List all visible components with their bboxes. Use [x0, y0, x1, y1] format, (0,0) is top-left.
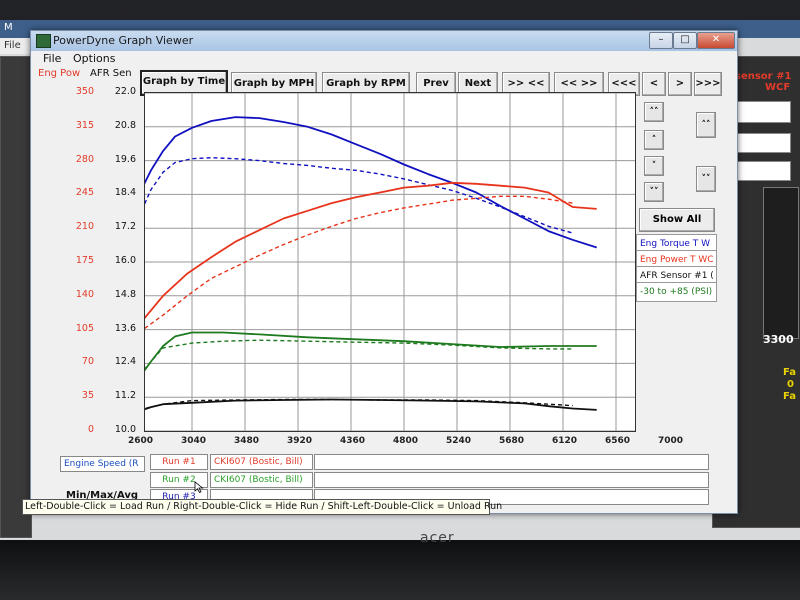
window-titlebar[interactable]: PowerDyne Graph Viewer – □ ✕ [31, 31, 737, 51]
rpm-tick-label: 6560 [605, 436, 631, 446]
dyno-chart [145, 93, 635, 431]
background-gauge [763, 187, 799, 339]
afr-tick-label: 16.0 [114, 255, 136, 266]
series-power-run1 [145, 181, 597, 319]
afr-tick-label: 20.8 [114, 119, 136, 131]
power-tick-label: 210 [75, 221, 94, 233]
series-torque-run2 [145, 156, 573, 234]
afr-tick-label: 11.2 [114, 390, 136, 402]
window-title: PowerDyne Graph Viewer [53, 34, 194, 47]
rpm-tick-label: 4800 [393, 436, 419, 446]
maximize-icon: □ [680, 34, 690, 45]
run-1-name[interactable]: CKI607 (Bostic, Bill) [210, 454, 313, 470]
rpm-tick-label: 7000 [658, 436, 684, 446]
power-tick-label: 70 [81, 356, 94, 368]
afr-tick-label: 10.0 [114, 424, 136, 435]
power-tick-label: 0 [87, 424, 94, 435]
scroll-left-button[interactable]: < [642, 72, 666, 96]
rpm-tick-label: 3920 [287, 436, 313, 446]
run-2-name[interactable]: CKI607 (Bostic, Bill) [210, 472, 313, 488]
scroll-up-fast-button[interactable]: ˄˄ [644, 102, 664, 122]
background-left-panel [0, 56, 32, 538]
power-tick-label: 105 [75, 322, 94, 334]
rpm-tick-label: 5680 [499, 436, 525, 446]
afr-tick-label: 12.4 [114, 356, 136, 368]
legend-boost[interactable]: -30 to +85 (PSI) [636, 282, 717, 302]
power-tick-label: 175 [75, 255, 94, 266]
maximize-button[interactable]: □ [673, 32, 697, 49]
power-tick-label: 315 [75, 119, 94, 131]
afr-tick-label: 17.2 [114, 221, 136, 233]
background-sensor-sub: WCF [765, 82, 791, 93]
show-all-button[interactable]: Show All [639, 208, 715, 232]
background-fa-2: 0 [787, 379, 794, 390]
background-fa-3: Fa [783, 391, 796, 402]
power-tick-label: 35 [81, 390, 94, 402]
power-tick-label: 280 [75, 153, 94, 165]
x-channel-selector[interactable]: Engine Speed (R [60, 456, 145, 472]
app-icon [36, 34, 51, 48]
monitor-brand-logo: acer [420, 530, 455, 546]
afr-tick-label: 14.8 [114, 288, 136, 300]
power-tick-label: 350 [75, 86, 94, 97]
minimize-button[interactable]: – [649, 32, 673, 49]
power-axis: 0 35 70 105 140 175 210 245 280 315 350 [40, 86, 98, 435]
rpm-tick-label: 3040 [181, 436, 207, 446]
right-scroll-down-button[interactable]: ˅˅ [696, 166, 716, 192]
run-2-info [314, 472, 709, 488]
rpm-tick-label: 5240 [446, 436, 472, 446]
close-button[interactable]: ✕ [697, 32, 735, 49]
background-app-title: M [4, 22, 13, 33]
run-1-info [314, 454, 709, 470]
mouse-cursor-icon [194, 478, 204, 494]
background-sensor-label: sensor #1 [735, 71, 792, 82]
background-fa-1: Fa [783, 367, 796, 378]
afr-axis: 10.0 11.2 12.4 13.6 14.8 16.0 17.2 18.4 19.6 20.8… [98, 86, 138, 435]
menu-options[interactable]: Options [73, 52, 115, 65]
power-tick-label: 140 [75, 288, 94, 300]
afr-tick-label: 18.4 [114, 187, 136, 199]
rpm-tick-label: 4360 [340, 436, 366, 446]
plot-area[interactable] [144, 92, 636, 432]
afr-axis-header: AFR Sen [90, 68, 132, 79]
menu-bar: File Options [31, 51, 737, 67]
rpm-axis: 2600 3040 3480 3920 4360 4800 5240 5680 6120 6560… [128, 436, 683, 450]
scroll-up-button[interactable]: ˄ [644, 130, 664, 150]
series-afr-run1 [145, 398, 597, 411]
scroll-down-button[interactable]: ˅ [644, 156, 664, 176]
scroll-down-fast-button[interactable]: ˅˅ [644, 182, 664, 202]
background-rpm-readout: 3300 [763, 333, 794, 346]
afr-tick-label: 22.0 [114, 86, 136, 97]
afr-tick-label: 13.6 [114, 322, 136, 334]
rpm-tick-label: 3480 [234, 436, 260, 446]
power-tick-label: 245 [75, 187, 94, 199]
menu-file[interactable]: File [43, 52, 61, 65]
monitor-lower-bezel [0, 540, 800, 600]
tooltip: Left-Double-Click = Load Run / Right-Dou… [22, 499, 502, 515]
series-boost-run2 [145, 339, 573, 370]
run-1-label[interactable]: Run #1 [150, 454, 208, 470]
scroll-right-button[interactable]: > [668, 72, 692, 96]
series-power-run2 [145, 195, 573, 330]
power-axis-header: Eng Pow [38, 68, 81, 79]
rpm-tick-label: 2600 [128, 436, 154, 446]
rpm-tick-label: 6120 [552, 436, 578, 446]
afr-tick-label: 19.6 [114, 153, 136, 165]
series-boost-run1 [145, 331, 597, 372]
minimize-icon: – [658, 34, 664, 45]
close-icon: ✕ [711, 34, 721, 45]
right-scroll-up-button[interactable]: ˄˄ [696, 112, 716, 138]
scroll-last-button[interactable]: >>> [694, 72, 722, 96]
series-afr-run2 [145, 398, 573, 410]
